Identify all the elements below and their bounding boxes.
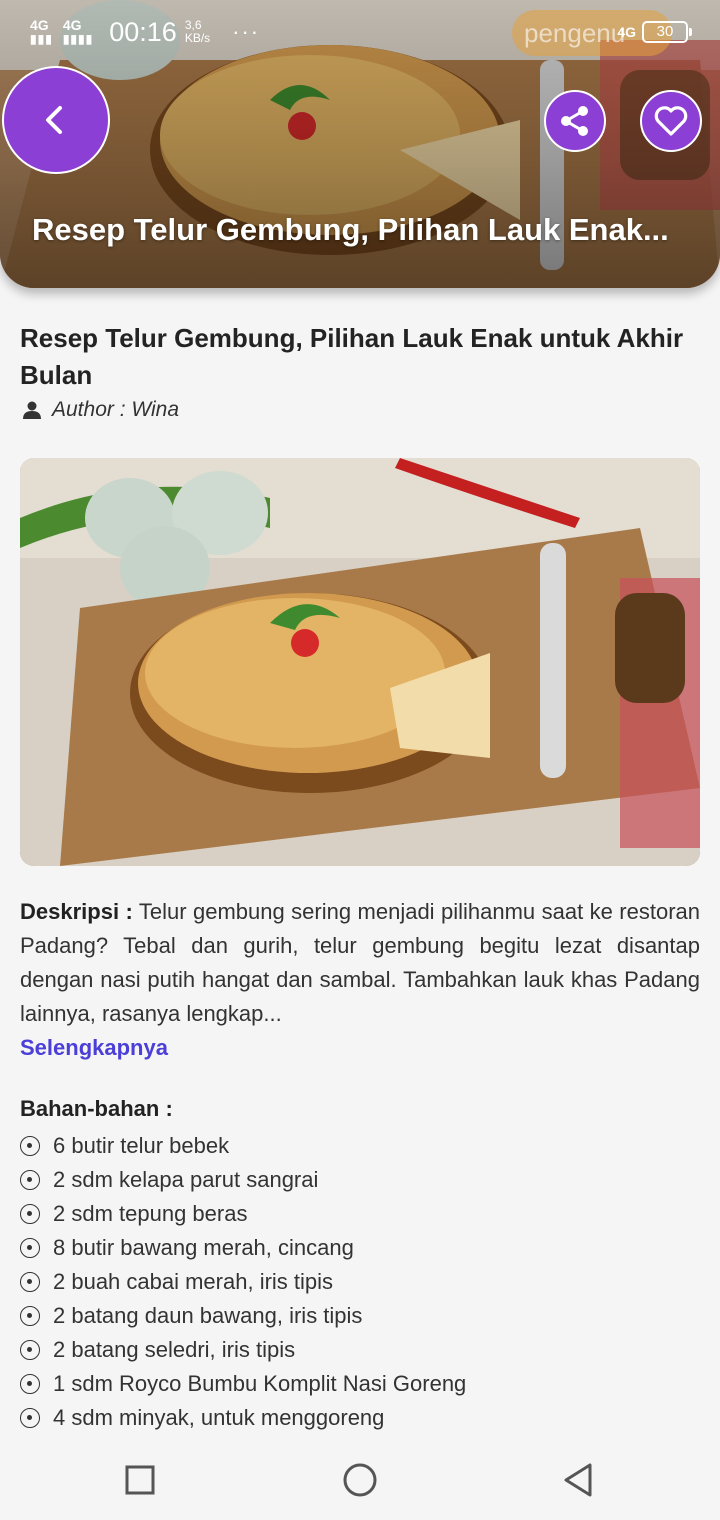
recipe-photo: [20, 458, 700, 866]
share-button[interactable]: [544, 90, 606, 152]
home-button[interactable]: [340, 1460, 380, 1500]
system-back-button[interactable]: [558, 1460, 598, 1500]
description-label: Deskripsi :: [20, 899, 133, 924]
heart-icon: [654, 106, 688, 136]
network-speed: 3,6 KB/s: [184, 18, 211, 45]
bullet-icon: [20, 1204, 40, 1224]
person-icon: [23, 401, 41, 419]
list-item: 8 butir bawang merah, cincang: [20, 1231, 466, 1265]
system-nav-bar: [0, 1436, 720, 1520]
description: Deskripsi : Telur gembung sering menjadi…: [20, 895, 700, 1060]
bullet-icon: [20, 1374, 40, 1394]
battery-icon: 30: [642, 21, 692, 43]
square-icon: [125, 1465, 155, 1495]
network-indicator-2: 4G ▮▮▮▮: [62, 17, 94, 46]
status-bar: 4G ▮▮▮ 4G ▮▮▮▮ 00:16 3,6 KB/s ··· 4G 30: [0, 0, 720, 64]
author-line: Author : Wina: [22, 398, 179, 422]
circle-icon: [343, 1463, 377, 1497]
recipe-image: [20, 458, 700, 866]
signal-bars-icon: ▮▮▮: [30, 32, 53, 46]
list-item: 6 butir telur bebek: [20, 1129, 466, 1163]
author-name: Author : Wina: [52, 398, 180, 421]
list-item: 2 batang seledri, iris tipis: [20, 1333, 466, 1367]
bullet-icon: [20, 1272, 40, 1292]
bullet-icon: [20, 1408, 40, 1428]
list-item: 1 sdm Royco Bumbu Komplit Nasi Goreng: [20, 1367, 466, 1401]
recent-apps-button[interactable]: [120, 1460, 160, 1500]
list-item: 2 sdm tepung beras: [20, 1197, 466, 1231]
list-item: 2 buah cabai merah, iris tipis: [20, 1265, 466, 1299]
ingredients-list: 6 butir telur bebek 2 sdm kelapa parut s…: [20, 1129, 466, 1435]
bullet-icon: [20, 1238, 40, 1258]
list-item: 4 sdm minyak, untuk menggoreng: [20, 1401, 466, 1435]
triangle-back-icon: [564, 1463, 592, 1497]
article-title: Resep Telur Gembung, Pilihan Lauk Enak u…: [20, 323, 684, 390]
bullet-icon: [20, 1340, 40, 1360]
ingredients-heading: Bahan-bahan :: [20, 1096, 173, 1121]
share-icon: [561, 106, 588, 136]
header-hero: pengenu 4G ▮▮▮ 4G ▮▮▮▮ 00:16 3,6 KB/s ··…: [0, 0, 720, 288]
bullet-icon: [20, 1170, 40, 1190]
bullet-icon: [20, 1136, 40, 1156]
network-indicator-1: 4G ▮▮▮: [30, 17, 53, 46]
more-notifications-icon: ···: [232, 19, 261, 44]
back-button[interactable]: [2, 66, 110, 174]
read-more-link[interactable]: Selengkapnya: [20, 1031, 168, 1065]
bullet-icon: [20, 1306, 40, 1326]
network-indicator-right: 4G: [617, 24, 636, 40]
list-item: 2 sdm kelapa parut sangrai: [20, 1163, 466, 1197]
clock: 00:16: [109, 16, 177, 47]
favorite-button[interactable]: [640, 90, 702, 152]
chevron-left-icon: [46, 106, 62, 134]
header-title: Resep Telur Gembung, Pilihan Lauk Enak..…: [32, 212, 669, 247]
signal-bars-icon: ▮▮▮▮: [62, 32, 94, 46]
list-item: 2 batang daun bawang, iris tipis: [20, 1299, 466, 1333]
